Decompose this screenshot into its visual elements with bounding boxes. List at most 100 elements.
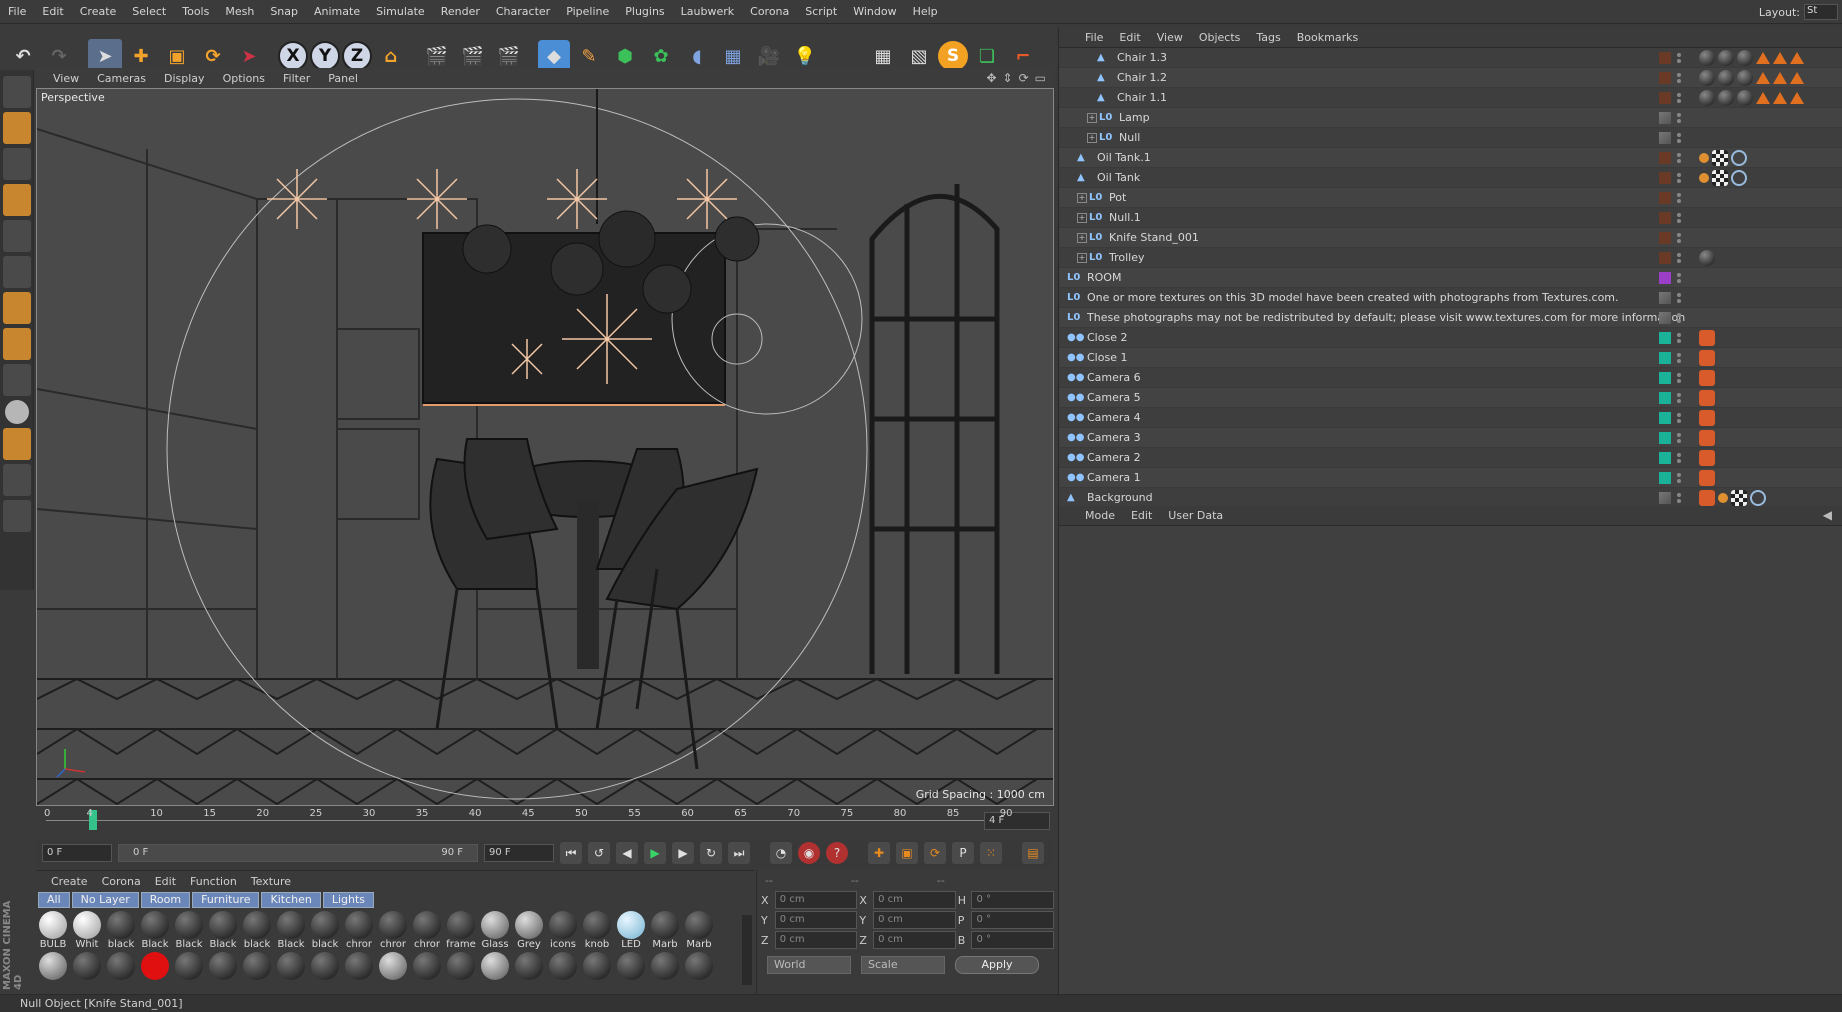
coordinate-space-dropdown[interactable]: World [767, 956, 851, 974]
menu-character[interactable]: Character [488, 5, 558, 18]
object-row[interactable]: ▲ Oil Tank.1 [1059, 148, 1842, 168]
material-swatch[interactable] [38, 952, 68, 980]
menu-create[interactable]: Create [72, 5, 125, 18]
material-swatch[interactable]: knob [582, 911, 612, 950]
material-swatch[interactable]: Black [140, 911, 170, 950]
viewport-menu-cameras[interactable]: Cameras [88, 72, 155, 85]
corona-tag-icon[interactable] [1699, 153, 1709, 163]
visibility-dots-icon[interactable] [1677, 51, 1681, 65]
apply-button[interactable]: Apply [955, 956, 1039, 974]
expand-toggle-icon[interactable]: + [1077, 232, 1087, 243]
material-menu-edit[interactable]: Edit [148, 875, 183, 888]
visibility-dots-icon[interactable] [1677, 291, 1681, 305]
material-swatch[interactable] [446, 952, 476, 980]
layer-color-swatch[interactable] [1659, 192, 1671, 204]
material-menu-texture[interactable]: Texture [244, 875, 298, 888]
visibility-dots-icon[interactable] [1677, 231, 1681, 245]
warning-tag-icon[interactable] [1773, 92, 1787, 104]
layer-color-swatch[interactable] [1659, 152, 1671, 164]
material-swatch[interactable] [310, 952, 340, 980]
record-pla-button[interactable]: ⁙ [980, 842, 1002, 864]
material-swatch[interactable]: Grey [514, 911, 544, 950]
next-frame-button[interactable]: ▶ [672, 842, 694, 864]
make-editable-button[interactable] [2, 76, 31, 108]
layout-value[interactable]: St [1804, 4, 1838, 20]
material-swatch[interactable] [684, 952, 714, 980]
material-swatch[interactable] [344, 952, 374, 980]
texture-tag-icon[interactable] [1731, 490, 1747, 506]
visibility-dots-icon[interactable] [1677, 371, 1681, 385]
camera-tag-icon[interactable] [1699, 430, 1715, 446]
material-swatch[interactable] [378, 952, 408, 980]
viewport-menu-view[interactable]: View [44, 72, 88, 85]
go-to-end-button[interactable]: ⏭ [728, 842, 750, 864]
visibility-dots-icon[interactable] [1677, 91, 1681, 105]
material-tab-no-layer[interactable]: No Layer [71, 892, 139, 908]
snap-toggle-button[interactable] [2, 428, 31, 460]
camera-tag-icon[interactable] [1699, 330, 1715, 346]
menu-select[interactable]: Select [124, 5, 174, 18]
visibility-dots-icon[interactable] [1677, 131, 1681, 145]
material-swatch[interactable] [106, 952, 136, 980]
visibility-dots-icon[interactable] [1677, 331, 1681, 345]
coordinate-value-field[interactable]: 0 cm [774, 911, 858, 929]
object-manager-menu-tags[interactable]: Tags [1248, 31, 1288, 44]
menu-animate[interactable]: Animate [306, 5, 368, 18]
material-swatch[interactable] [548, 952, 578, 980]
material-swatch[interactable]: chror [412, 911, 442, 950]
edges-mode-button[interactable] [2, 256, 31, 288]
phong-tag-icon[interactable] [1750, 490, 1766, 506]
texture-tag-icon[interactable] [1712, 170, 1728, 186]
layer-color-swatch[interactable] [1659, 312, 1671, 324]
warning-tag-icon[interactable] [1790, 72, 1804, 84]
camera-tag-icon[interactable] [1699, 350, 1715, 366]
material-swatch[interactable]: BULB [38, 911, 68, 950]
layout-selector[interactable]: Layout: St [1759, 0, 1842, 24]
viewport-navigation[interactable]: ✥ ⇕ ⟳ ▭ [986, 71, 1046, 85]
camera-tag-icon[interactable] [1699, 470, 1715, 486]
menu-script[interactable]: Script [797, 5, 845, 18]
coordinate-value-field[interactable]: 0 cm [774, 931, 858, 949]
play-button[interactable]: ▶ [644, 842, 666, 864]
material-tag-icon[interactable] [1699, 70, 1715, 86]
material-swatch[interactable]: chror [378, 911, 408, 950]
menu-help[interactable]: Help [905, 5, 946, 18]
object-manager-menu-bookmarks[interactable]: Bookmarks [1289, 31, 1366, 44]
warning-tag-icon[interactable] [1773, 72, 1787, 84]
object-manager-menu-view[interactable]: View [1149, 31, 1191, 44]
menu-corona[interactable]: Corona [742, 5, 797, 18]
coordinate-value-field[interactable]: 0 ° [971, 891, 1055, 909]
warning-tag-icon[interactable] [1773, 52, 1787, 64]
warning-tag-icon[interactable] [1756, 72, 1770, 84]
object-row[interactable]: ▲ Chair 1.3 [1059, 48, 1842, 68]
visibility-dots-icon[interactable] [1677, 251, 1681, 265]
material-swatch[interactable] [242, 952, 272, 980]
layer-color-swatch[interactable] [1659, 132, 1671, 144]
visibility-dots-icon[interactable] [1677, 111, 1681, 125]
warning-tag-icon[interactable] [1790, 92, 1804, 104]
material-tag-icon[interactable] [1699, 250, 1715, 266]
solo-button[interactable] [4, 400, 29, 424]
material-swatch[interactable]: LED [616, 911, 646, 950]
object-row[interactable]: L0 One or more textures on this 3D model … [1059, 288, 1842, 308]
menu-laubwerk[interactable]: Laubwerk [673, 5, 742, 18]
material-tag-icon[interactable] [1699, 90, 1715, 106]
object-row[interactable]: ●● Camera 5 [1059, 388, 1842, 408]
attribute-menu-mode[interactable]: Mode [1077, 509, 1123, 522]
start-frame-field[interactable]: 0 F [42, 844, 112, 862]
coordinate-value-field[interactable]: 0 ° [971, 911, 1055, 929]
object-row[interactable]: ●● Close 2 [1059, 328, 1842, 348]
layer-color-swatch[interactable] [1659, 472, 1671, 484]
material-tag-icon[interactable] [1718, 90, 1734, 106]
previous-key-button[interactable]: ↺ [588, 842, 610, 864]
coordinate-value-field[interactable]: 0 cm [774, 891, 858, 909]
next-key-button[interactable]: ↻ [700, 842, 722, 864]
viewport-camera-label[interactable]: Perspective [41, 91, 105, 104]
menu-mesh[interactable]: Mesh [217, 5, 262, 18]
visibility-dots-icon[interactable] [1677, 151, 1681, 165]
visibility-dots-icon[interactable] [1677, 431, 1681, 445]
material-swatch[interactable]: Glass [480, 911, 510, 950]
viewport-menu-filter[interactable]: Filter [274, 72, 319, 85]
dolly-view-icon[interactable]: ⇕ [1003, 71, 1013, 85]
object-row[interactable]: ●● Camera 4 [1059, 408, 1842, 428]
